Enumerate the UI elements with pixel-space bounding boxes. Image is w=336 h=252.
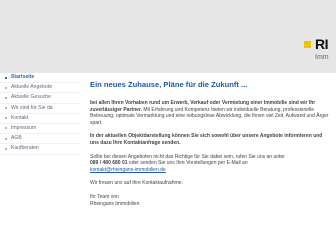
bullet-icon (5, 96, 7, 99)
logo-subtitle: Imm (315, 54, 329, 61)
sidebar-item-label: Kontakt (11, 114, 29, 121)
sidebar-item-agb[interactable]: AGB (0, 134, 80, 145)
sidebar-item-label: Aktuelle Gesuche (11, 94, 51, 101)
signature-line-2: Rheingans Immobilien (90, 200, 140, 207)
phone-number: 089 / 480 680 01 (90, 160, 128, 167)
bullet-icon (5, 117, 7, 120)
sidebar-nav: Startseite Aktuelle Angebote Aktuelle Gesu… (0, 73, 80, 252)
sidebar-item-label: AGB (11, 135, 22, 142)
intro-paragraph: bei allen Ihren Vorhaben rund um Erwerb,… (90, 100, 330, 126)
sidebar-item-label: Wir sind für Sie da (11, 104, 53, 111)
page-title: Ein neues Zuhause, Pläne für die Zukunft… (90, 80, 248, 89)
bullet-icon (5, 76, 7, 79)
signature: Ihr Team von Rheingans Immobilien (90, 194, 330, 207)
logo-text: RI (315, 36, 329, 52)
sidebar-item-label: Startseite (11, 74, 35, 80)
contact-text-a: Sollte bei diesen Angeboten nicht das Ri… (90, 153, 285, 160)
sidebar-item-aktuelle-angebote[interactable]: Aktuelle Angebote (0, 83, 80, 94)
nav-list: Startseite Aktuelle Angebote Aktuelle Gesu… (0, 73, 80, 155)
logo-square-icon (304, 41, 311, 48)
sidebar-item-kontakt[interactable]: Kontakt (0, 114, 80, 124)
contact-text-b: oder senden Sie uns Ihre Vorstellungen p… (127, 160, 248, 167)
sidebar-item-wir-sind-für-sie-da[interactable]: Wir sind für Sie da (0, 104, 80, 114)
sidebar-item-startseite[interactable]: Startseite (0, 73, 80, 84)
bullet-icon (5, 137, 7, 140)
sidebar-item-label: Impressum (11, 124, 37, 131)
bullet-icon (5, 147, 7, 150)
sidebar-item-label: Aktuelle Angebote (11, 84, 53, 91)
email-link[interactable]: kontakt@rheingans-immobilien.de (90, 167, 166, 173)
sidebar-item-aktuelle-gesuche[interactable]: Aktuelle Gesuche (0, 93, 80, 104)
bullet-icon (5, 86, 7, 89)
bullet-icon (5, 127, 7, 130)
main-content: Ein neues Zuhause, Pläne für die Zukunft… (90, 80, 330, 214)
offers-paragraph: In der aktuellen Objektdarstellung könne… (90, 133, 323, 146)
sidebar-item-label: Kaufberaten (11, 145, 39, 152)
sidebar-item-kaufberaten[interactable]: Kaufberaten (0, 144, 80, 155)
sidebar-item-impressum[interactable]: Impressum (0, 124, 80, 135)
signature-line-1: Ihr Team von (90, 193, 119, 200)
header-banner: RI Imm (0, 0, 336, 73)
closing-text: Wir freuen uns auf Ihre Kontaktaufnahme. (90, 180, 183, 187)
contact-paragraph: Sollte bei diesen Angeboten nicht das Ri… (90, 154, 330, 174)
bullet-icon (5, 107, 7, 110)
